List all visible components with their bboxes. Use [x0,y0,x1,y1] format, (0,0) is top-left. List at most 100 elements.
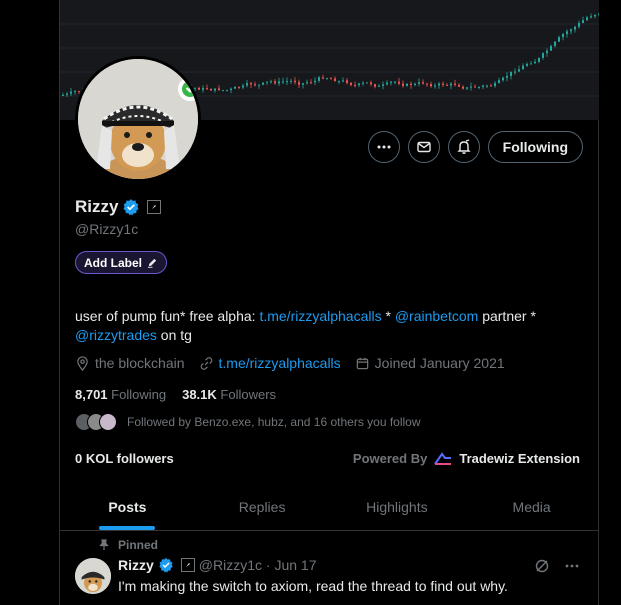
candle-body [254,84,256,86]
candle-body [362,82,364,84]
more-button[interactable] [367,131,400,163]
candle-body [270,81,272,83]
candle-body [538,57,540,62]
followed-by-row[interactable]: Followed by Benzo.exe, hubz, and 16 othe… [75,413,421,431]
following-count: 8,701 [75,387,108,402]
candle-body [402,83,404,86]
candle-body [426,83,428,85]
candle-body [574,26,576,30]
add-label-button[interactable]: Add Label [75,251,168,274]
candle-body [214,88,216,91]
candle-body [430,84,432,87]
candle-body [554,41,556,47]
more-icon[interactable] [564,558,580,574]
candle-body [222,90,224,92]
post-avatar[interactable] [75,558,111,594]
candle-body [542,53,544,58]
post-author-name[interactable]: Rizzy [118,557,154,573]
affiliate-badge-icon[interactable] [180,558,195,572]
candle-body [246,83,248,86]
candle-body [358,83,360,86]
candle-body [550,46,552,51]
candle-body [470,86,472,88]
candle-body [518,69,520,72]
candle-body [590,16,592,18]
bio-mention-rainbet[interactable]: @rainbetcom [395,308,478,324]
candle-body [478,86,480,88]
post-header: Rizzy @Rizzy1c · Jun 17 [118,557,317,573]
message-button[interactable] [407,131,440,163]
avatar-image [78,59,198,179]
candle-body [390,81,392,83]
bio-text: user of pump fun* free alpha: [75,308,260,324]
candle-body [330,78,332,80]
candle-body [242,85,244,88]
candle-body [442,83,444,85]
followed-by-text: Followed by Benzo.exe, hubz, and 16 othe… [127,415,421,429]
candle-body [534,61,536,64]
calendar-icon [356,357,368,369]
pin-icon [99,539,109,550]
profile-tabs: Posts Replies Highlights Media [60,483,599,531]
following-button[interactable]: Following [487,131,583,163]
candle-body [310,82,312,84]
candle-body [458,84,460,87]
download-badge-icon[interactable] [178,77,198,101]
post-text[interactable]: I'm making the switch to axiom, read the… [118,578,508,594]
location-pin-icon [77,355,88,371]
verified-badge-icon[interactable] [158,557,174,573]
candle-body [62,94,64,96]
kol-followers[interactable]: 0 KOL followers [75,451,174,466]
link-icon [200,356,212,370]
candle-body [494,83,496,86]
candle-body [366,82,368,84]
candle-body [198,87,200,90]
candle-body [374,84,376,87]
candle-body [258,84,260,86]
bio-text: partner * [478,308,536,324]
profile-stats: 8,701 Following 38.1K Followers [75,387,276,402]
bio-mention-rizzytrades[interactable]: @rizzytrades [75,327,157,343]
tradewiz-logo-icon [434,451,452,465]
verified-badge-icon[interactable] [122,198,140,216]
candle-body [350,82,352,86]
notify-button[interactable] [447,131,480,163]
profile-bio: user of pump fun* free alpha: t.me/rizzy… [75,307,575,345]
candle-body [450,83,452,86]
candle-body [446,84,448,86]
grok-icon[interactable] [534,558,550,574]
candle-body [406,83,408,86]
bio-text: on tg [156,327,192,343]
powered-by-tradewiz[interactable]: Powered By Tradewiz Extension [353,451,580,466]
candle-body [438,83,440,86]
tab-highlights[interactable]: Highlights [330,483,465,530]
bio-link-telegram[interactable]: t.me/rizzyalphacalls [259,308,381,324]
tab-replies[interactable]: Replies [195,483,330,530]
candle-body [514,71,516,73]
candle-body [210,88,212,91]
candle-body [262,82,264,85]
candle-body [510,71,512,76]
candle-body [502,77,504,81]
followers-stat[interactable]: 38.1K Followers [182,387,276,402]
candle-body [250,83,252,85]
candle-body [346,80,348,83]
candle-body [286,81,288,83]
tab-posts[interactable]: Posts [60,483,195,530]
candle-body [578,22,580,27]
candle-body [74,91,76,93]
candle-body [278,81,280,84]
post-handle-date[interactable]: @Rizzy1c · Jun 17 [199,557,317,573]
post-avatar-image [75,558,111,594]
website-link[interactable]: t.me/rizzyalphacalls [219,355,341,371]
candle-body [562,34,564,38]
following-stat[interactable]: 8,701 Following [75,387,166,402]
profile-avatar[interactable] [75,56,201,182]
tab-media[interactable]: Media [464,483,599,530]
candle-body [586,17,588,21]
candle-body [70,91,72,94]
affiliate-badge-icon[interactable] [147,200,162,214]
mail-icon [416,141,431,153]
candle-body [498,80,500,84]
candle-body [382,84,384,86]
